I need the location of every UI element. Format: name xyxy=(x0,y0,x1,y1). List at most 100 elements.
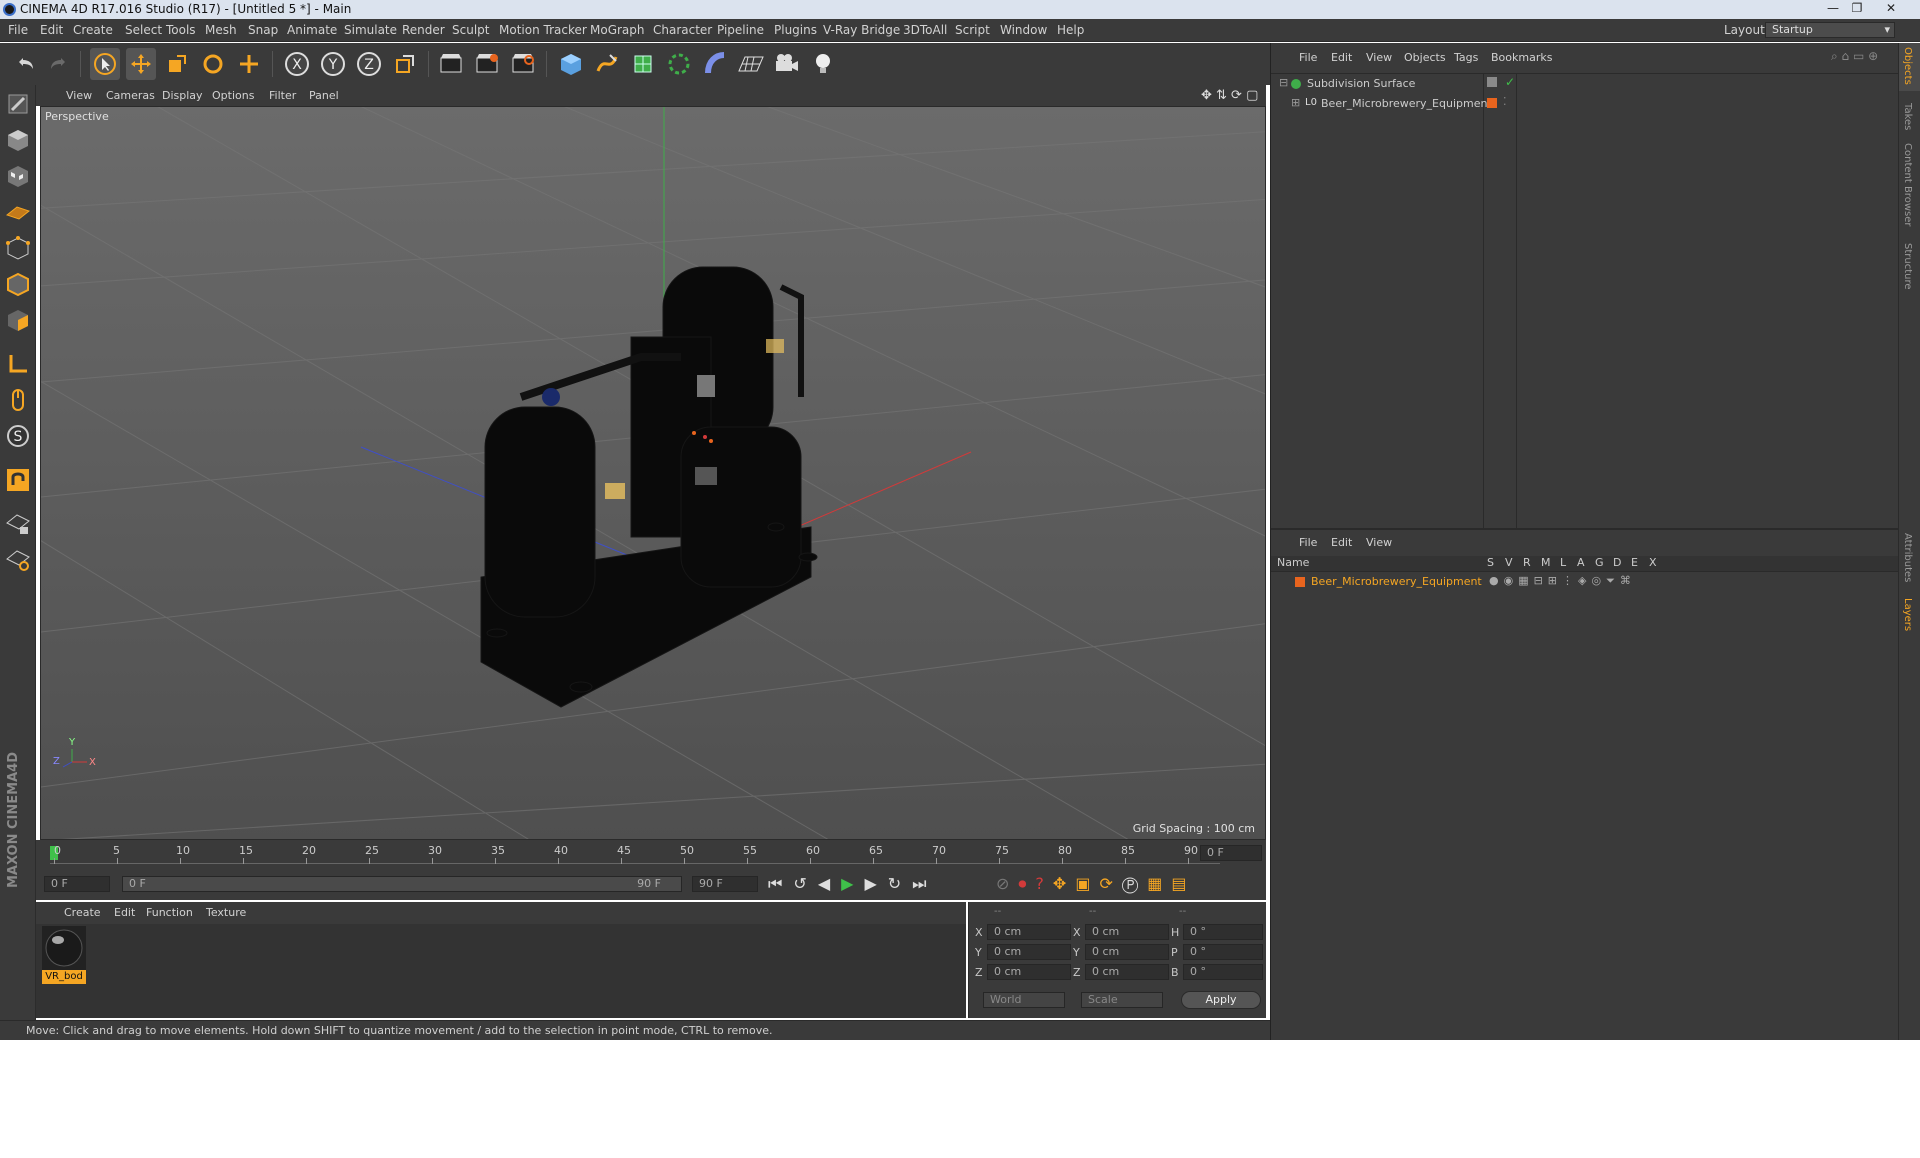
axis-mode-icon[interactable] xyxy=(3,349,33,379)
menu-help[interactable]: Help xyxy=(1057,23,1084,37)
tab-content-browser[interactable]: Content Browser xyxy=(1902,143,1913,226)
pen-spline-icon[interactable] xyxy=(592,48,622,80)
layer-row[interactable]: Beer_Microbrewery_Equipment ●◉▦⊟⊞⋮◈◎⏷⌘ xyxy=(1271,574,1901,590)
layer-menu-edit[interactable]: Edit xyxy=(1331,536,1352,549)
3d-viewport[interactable]: Y Z X Perspective Grid Spacing : 100 cm xyxy=(40,106,1266,840)
layer-flags-icons[interactable]: ●◉▦⊟⊞⋮◈◎⏷⌘ xyxy=(1489,574,1636,588)
object-menu-objects[interactable]: Objects xyxy=(1404,51,1446,64)
redo-icon[interactable] xyxy=(44,48,74,80)
menu-tools[interactable]: Tools xyxy=(166,23,196,37)
object-search-icon[interactable]: ⌕ ⌂ ▭ ⊕ xyxy=(1831,49,1878,64)
tab-objects[interactable]: Objects xyxy=(1902,47,1913,85)
layer-menu-view[interactable]: View xyxy=(1366,536,1392,549)
menu-3dtoall[interactable]: 3DToAll xyxy=(903,23,947,37)
make-editable-icon[interactable] xyxy=(3,89,33,119)
locked-workplane-icon[interactable] xyxy=(3,509,33,539)
menu-render[interactable]: Render xyxy=(402,23,445,37)
start-frame-field[interactable]: 0 F xyxy=(44,876,110,892)
material-swatch[interactable]: VR_bod xyxy=(42,926,86,986)
menu-script[interactable]: Script xyxy=(955,23,990,37)
menu-window[interactable]: Window xyxy=(1000,23,1047,37)
menu-vray-bridge[interactable]: V-Ray Bridge xyxy=(823,23,900,37)
position-z-field[interactable]: 0 cm xyxy=(987,964,1071,980)
visibility-dots-icon[interactable]: ⁚ xyxy=(1503,95,1507,108)
menu-animate[interactable]: Animate xyxy=(287,23,337,37)
play-icon[interactable]: ▶ xyxy=(841,874,864,893)
viewport-menu-display[interactable]: Display xyxy=(162,89,203,102)
menu-sculpt[interactable]: Sculpt xyxy=(452,23,489,37)
live-selection-move-icon[interactable] xyxy=(234,48,264,80)
planar-workplane-icon[interactable] xyxy=(3,545,33,575)
frame-range-slider[interactable]: 0 F 90 F xyxy=(122,876,682,892)
current-frame-field[interactable]: 0 F xyxy=(1200,845,1262,861)
expand-icon[interactable]: ⊞ xyxy=(1291,96,1300,109)
minimize-icon[interactable]: — xyxy=(1822,1,1844,17)
key-position-icon[interactable]: ✥ xyxy=(1053,874,1075,893)
light-icon[interactable] xyxy=(808,48,838,80)
tab-attributes[interactable]: Attributes xyxy=(1902,533,1913,582)
object-menu-view[interactable]: View xyxy=(1366,51,1392,64)
rotate-tool-icon[interactable] xyxy=(198,48,228,80)
object-row-beer-microbrewery-equipment[interactable]: ⊞ L0 Beer_Microbrewery_Equipment ⁚ xyxy=(1271,95,1901,114)
autokey-icon[interactable]: ? xyxy=(1035,874,1053,893)
subdivision-surface-icon[interactable] xyxy=(628,48,658,80)
menu-select[interactable]: Select xyxy=(125,23,162,37)
next-frame-icon[interactable]: ▶ xyxy=(864,874,887,893)
next-key-icon[interactable]: ↻ xyxy=(888,874,912,893)
snapping-icon[interactable]: S xyxy=(3,421,33,451)
render-settings-icon[interactable] xyxy=(508,48,538,80)
key-rotation-icon[interactable]: ⟳ xyxy=(1099,874,1121,893)
menu-create[interactable]: Create xyxy=(73,23,113,37)
object-menu-tags[interactable]: Tags xyxy=(1454,51,1478,64)
object-menu-file[interactable]: File xyxy=(1299,51,1317,64)
polygons-mode-icon[interactable] xyxy=(3,305,33,335)
menu-file[interactable]: File xyxy=(8,23,28,37)
camera-icon[interactable] xyxy=(772,48,802,80)
menu-edit[interactable]: Edit xyxy=(40,23,63,37)
render-view-icon[interactable] xyxy=(436,48,466,80)
size-z-field[interactable]: 0 cm xyxy=(1085,964,1169,980)
menu-motion-tracker[interactable]: Motion Tracker xyxy=(499,23,587,37)
go-to-end-icon[interactable]: ⏭ xyxy=(912,874,937,893)
layout-select[interactable]: Startup ▾ xyxy=(1765,22,1895,38)
move-tool-icon[interactable] xyxy=(126,48,156,80)
object-row-subdivision-surface[interactable]: ⊟ Subdivision Surface ✓ xyxy=(1271,75,1901,94)
texture-mode-icon[interactable] xyxy=(3,161,33,191)
maximize-icon[interactable]: ❐ xyxy=(1846,1,1868,17)
rotation-h-field[interactable]: 0 ° xyxy=(1183,924,1263,940)
menu-mograph[interactable]: MoGraph xyxy=(590,23,645,37)
cube-primitive-icon[interactable] xyxy=(556,48,586,80)
coordinate-mode-select[interactable]: World xyxy=(983,992,1065,1008)
layer-color-icon[interactable] xyxy=(1295,577,1305,587)
position-x-field[interactable]: 0 cm xyxy=(987,924,1071,940)
viewport-menu-panel[interactable]: Panel xyxy=(309,89,339,102)
key-scale-icon[interactable]: ▣ xyxy=(1075,874,1099,893)
material-menu-function[interactable]: Function xyxy=(146,906,193,919)
tab-structure[interactable]: Structure xyxy=(1902,243,1913,290)
close-icon[interactable]: ✕ xyxy=(1880,1,1902,17)
previous-key-icon[interactable]: ↺ xyxy=(793,874,817,893)
points-mode-icon[interactable] xyxy=(3,233,33,263)
size-x-field[interactable]: 0 cm xyxy=(1085,924,1169,940)
tab-layers[interactable]: Layers xyxy=(1902,598,1913,631)
rotation-p-field[interactable]: 0 ° xyxy=(1183,944,1263,960)
timeline-ruler[interactable]: 0 5 10 15 20 25 30 35 40 45 50 55 60 65 70 75 80 85 90 0 F xyxy=(36,840,1266,868)
y-axis-lock-icon[interactable]: Y xyxy=(318,48,348,80)
model-mode-icon[interactable] xyxy=(3,125,33,155)
tab-takes[interactable]: Takes xyxy=(1902,103,1913,130)
edges-mode-icon[interactable] xyxy=(3,269,33,299)
key-pla-icon[interactable]: ▦ xyxy=(1147,874,1171,893)
apply-button[interactable]: Apply xyxy=(1181,991,1261,1009)
material-menu-texture[interactable]: Texture xyxy=(206,906,246,919)
menu-simulate[interactable]: Simulate xyxy=(344,23,397,37)
viewport-menu-view[interactable]: View xyxy=(66,89,92,102)
render-to-picture-viewer-icon[interactable] xyxy=(472,48,502,80)
floor-environment-icon[interactable] xyxy=(736,48,766,80)
menu-pipeline[interactable]: Pipeline xyxy=(717,23,764,37)
menu-character[interactable]: Character xyxy=(653,23,712,37)
layer-color-icon[interactable] xyxy=(1487,98,1497,108)
viewport-navigation-icon[interactable]: ✥ ⇅ ⟳ ▢ xyxy=(1201,88,1258,103)
menu-snap[interactable]: Snap xyxy=(248,23,278,37)
coordinate-system-icon[interactable] xyxy=(390,48,420,80)
visibility-dots-icon[interactable] xyxy=(1487,77,1497,87)
